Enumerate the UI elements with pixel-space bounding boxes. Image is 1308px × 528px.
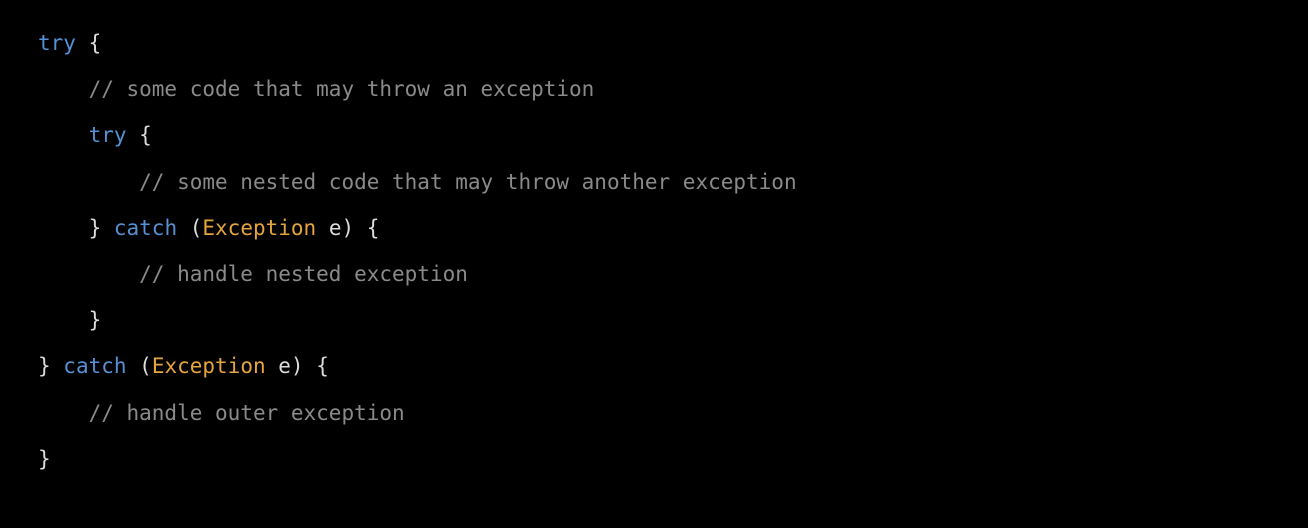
brace-close-outer-try: } xyxy=(38,354,63,378)
brace-open-inner: { xyxy=(127,123,152,147)
var-e-outer: e xyxy=(266,354,291,378)
keyword-try-outer: try xyxy=(38,31,76,55)
code-block: try { // some code that may throw an exc… xyxy=(38,20,1308,482)
brace-close-outer-catch: } xyxy=(38,447,51,471)
paren-open-inner: ( xyxy=(177,216,202,240)
var-e-inner: e xyxy=(316,216,341,240)
comment-outer-catch: // handle outer exception xyxy=(89,401,405,425)
comment-inner-catch: // handle nested exception xyxy=(139,262,468,286)
indent xyxy=(38,308,89,332)
type-exception-inner: Exception xyxy=(202,216,316,240)
paren-brace-inner: ) { xyxy=(341,216,379,240)
keyword-catch-inner: catch xyxy=(114,216,177,240)
indent xyxy=(38,77,89,101)
comment-outer-try: // some code that may throw an exception xyxy=(89,77,595,101)
brace-close-inner-try: } xyxy=(89,216,114,240)
keyword-try-inner: try xyxy=(89,123,127,147)
indent xyxy=(38,170,139,194)
comment-inner-try: // some nested code that may throw anoth… xyxy=(139,170,796,194)
keyword-catch-outer: catch xyxy=(63,354,126,378)
paren-brace-outer: ) { xyxy=(291,354,329,378)
type-exception-outer: Exception xyxy=(152,354,266,378)
brace-close-inner-catch: } xyxy=(89,308,102,332)
indent xyxy=(38,401,89,425)
paren-open-outer: ( xyxy=(127,354,152,378)
brace-open-outer: { xyxy=(76,31,101,55)
indent xyxy=(38,216,89,240)
indent xyxy=(38,262,139,286)
indent xyxy=(38,123,89,147)
